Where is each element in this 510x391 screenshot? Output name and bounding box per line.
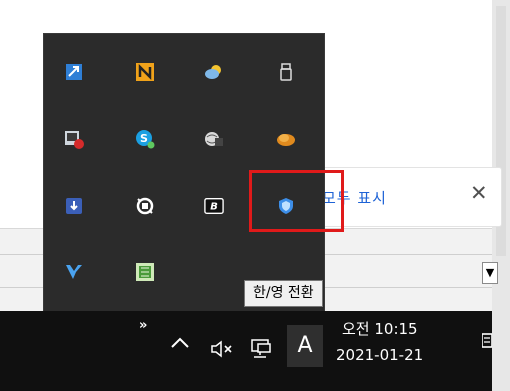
download-arrow-icon[interactable] [64,196,84,216]
show-hidden-icons-button[interactable] [169,335,191,351]
chevron-up-icon [171,337,189,348]
weather-app-icon[interactable] [204,62,224,82]
ime-mode-button[interactable]: A [287,325,323,367]
onenote-n-icon[interactable] [135,62,155,82]
clock-date[interactable]: 2021-01-21 [336,346,423,364]
ime-toggle-tooltip: 한/영 전환 [244,280,323,307]
usb-drive-icon[interactable] [276,62,296,82]
red-shield-app-icon[interactable] [64,129,84,149]
vs-logo-icon[interactable] [64,262,84,282]
scroll-down-button[interactable]: ▼ [482,262,498,284]
svg-text:S: S [140,132,148,145]
svg-text:B: B [210,202,218,213]
clock-time[interactable]: 오전 10:15 [342,318,418,339]
network-globe-icon[interactable] [204,129,224,149]
skype-icon[interactable]: S [135,129,155,149]
capture-tool-icon[interactable] [135,196,155,216]
overflow-chevron-icon[interactable]: » [139,318,147,333]
action-center-icon[interactable] [481,332,493,352]
speaker-muted-icon[interactable] [210,339,238,359]
network-icon[interactable] [249,338,275,360]
close-button[interactable]: ✕ [470,181,488,205]
app-blue-arrow-icon[interactable] [64,62,84,82]
green-app-icon[interactable] [135,262,155,282]
b-app-icon[interactable]: B [204,196,224,216]
highlight-box-security-icon [249,170,344,232]
orange-cloud-icon[interactable] [276,129,296,149]
